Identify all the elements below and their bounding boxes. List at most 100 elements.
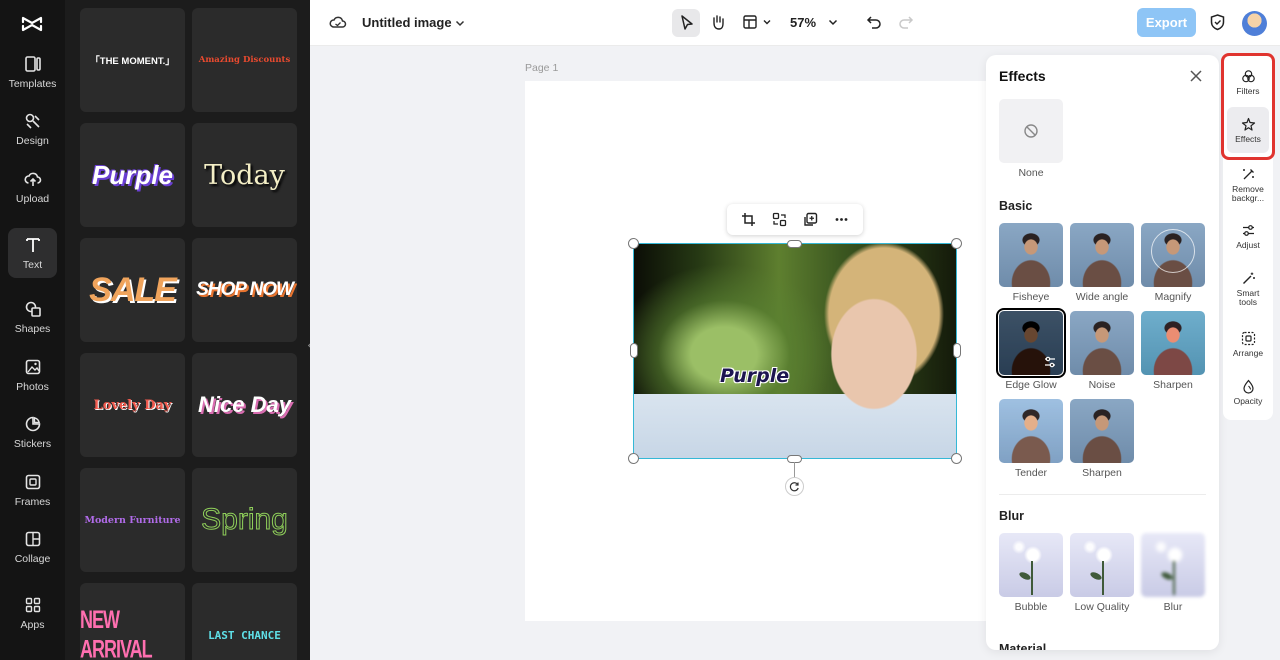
text-template-tile[interactable]: Today — [192, 123, 297, 227]
right-tool-rail: Filters Effects Remove backgr... Adjust … — [1223, 55, 1273, 420]
resize-handle-top-right[interactable] — [951, 238, 962, 249]
resize-handle-top[interactable] — [787, 240, 802, 248]
nav-stickers[interactable]: Stickers — [8, 407, 57, 457]
effect-low-quality[interactable]: Low Quality — [1070, 533, 1134, 613]
rail-label: Opacity — [1233, 395, 1263, 406]
text-template-tile[interactable]: SALE — [80, 238, 185, 342]
effect-sharpen[interactable]: Sharpen — [1141, 311, 1205, 391]
resize-handle-left[interactable] — [630, 343, 638, 358]
crop-icon[interactable] — [738, 209, 760, 231]
chevron-down-icon[interactable] — [454, 17, 466, 29]
nav-frames[interactable]: Frames — [8, 465, 57, 515]
redo-icon[interactable] — [898, 14, 914, 30]
nav-apps[interactable]: Apps — [8, 588, 57, 638]
close-icon[interactable] — [1188, 68, 1204, 84]
export-button[interactable]: Export — [1137, 8, 1196, 37]
layout-icon[interactable] — [742, 14, 758, 30]
left-navigation: Templates Design Upload Text Shapes Phot… — [0, 0, 65, 660]
section-title-material: Material — [999, 642, 1047, 650]
nav-upload[interactable]: Upload — [8, 162, 57, 212]
text-template-tile[interactable]: Modern Furniture — [80, 468, 185, 572]
template-text: Amazing Discounts — [198, 55, 291, 65]
template-text: Spring — [201, 503, 289, 537]
nav-shapes[interactable]: Shapes — [8, 292, 57, 342]
effect-label: None — [1018, 167, 1044, 179]
text-template-tile[interactable]: Spring — [192, 468, 297, 572]
text-template-tile[interactable]: NEW ARRIVAL — [80, 583, 185, 660]
effect-blur[interactable]: Blur — [1141, 533, 1205, 613]
effect-label: Wide angle — [1075, 291, 1129, 303]
text-template-tile[interactable]: Amazing Discounts — [192, 8, 297, 112]
nav-text[interactable]: Text — [8, 228, 57, 278]
nav-templates[interactable]: Templates — [8, 47, 57, 97]
text-template-tile[interactable]: 「THE MOMENT.」 — [80, 8, 185, 112]
text-templates-panel: 「THE MOMENT.」 Amazing Discounts Purple T… — [65, 0, 310, 660]
effect-sharpen-2[interactable]: Sharpen — [1070, 399, 1134, 479]
select-pointer-icon[interactable] — [679, 14, 695, 32]
adjust-sliders-icon[interactable] — [1043, 355, 1057, 369]
effect-tender[interactable]: Tender — [999, 399, 1063, 479]
photo-text-overlay[interactable]: Purple — [720, 365, 789, 387]
effect-thumb — [999, 399, 1063, 463]
hand-pan-icon[interactable] — [709, 13, 727, 31]
document-title[interactable]: Untitled image — [362, 15, 452, 30]
resize-handle-top-left[interactable] — [628, 238, 639, 249]
image-floating-toolbar — [727, 204, 863, 235]
effect-label: Tender — [1014, 467, 1048, 479]
section-title-blur: Blur — [999, 509, 1024, 523]
no-effect-icon — [1024, 124, 1038, 138]
resize-handle-bottom-right[interactable] — [951, 453, 962, 464]
effect-thumb — [1141, 311, 1205, 375]
nav-collage[interactable]: Collage — [8, 522, 57, 572]
rail-remove-background[interactable]: Remove backgr... — [1227, 159, 1269, 211]
rail-filters[interactable]: Filters — [1227, 59, 1269, 105]
effect-fisheye[interactable]: Fisheye — [999, 223, 1063, 303]
user-avatar[interactable] — [1242, 11, 1267, 36]
text-template-tile[interactable]: Lovely Day — [80, 353, 185, 457]
effect-wide-angle[interactable]: Wide angle — [1070, 223, 1134, 303]
adjust-sliders-icon — [1242, 224, 1254, 236]
chevron-down-icon[interactable] — [762, 17, 772, 27]
resize-handle-right[interactable] — [953, 343, 961, 358]
text-template-tile[interactable]: LAST CHANCE — [192, 583, 297, 660]
zoom-level[interactable]: 57% — [790, 15, 816, 30]
chevron-down-icon[interactable] — [827, 16, 839, 28]
rail-adjust[interactable]: Adjust — [1227, 213, 1269, 259]
section-title-basic: Basic — [999, 199, 1033, 213]
effect-none[interactable]: None — [999, 99, 1063, 179]
text-icon — [25, 237, 40, 252]
rail-smart-tools[interactable]: Smart tools — [1227, 263, 1269, 315]
effect-noise[interactable]: Noise — [1070, 311, 1134, 391]
magic-wand-icon — [1242, 272, 1255, 284]
filters-icon — [1241, 69, 1255, 82]
stickers-icon — [25, 416, 40, 431]
effect-bubble[interactable]: Bubble — [999, 533, 1063, 613]
effect-label: Bubble — [1014, 601, 1048, 613]
more-options-icon[interactable] — [831, 209, 853, 231]
replace-image-icon[interactable] — [769, 209, 791, 231]
rotate-handle[interactable] — [785, 477, 804, 496]
effects-panel: Effects None Basic Fisheye Wide angle Ma… — [986, 55, 1219, 650]
photos-icon — [25, 359, 40, 374]
nav-label: Design — [16, 134, 49, 147]
nav-design[interactable]: Design — [8, 104, 57, 154]
rail-opacity[interactable]: Opacity — [1227, 369, 1269, 415]
text-template-tile[interactable]: Nice Day — [192, 353, 297, 457]
undo-icon[interactable] — [866, 14, 882, 30]
duplicate-icon[interactable] — [800, 209, 822, 231]
effect-magnify[interactable]: Magnify — [1141, 223, 1205, 303]
effect-edge-glow[interactable]: Edge Glow — [996, 308, 1066, 391]
rail-effects[interactable]: Effects — [1227, 107, 1269, 153]
text-template-tile[interactable]: Purple — [80, 123, 185, 227]
selected-photo[interactable] — [633, 243, 957, 459]
template-text: Today — [204, 159, 285, 191]
nav-photos[interactable]: Photos — [8, 350, 57, 400]
shapes-icon — [25, 301, 41, 317]
cloud-save-icon[interactable] — [329, 13, 347, 31]
shield-check-icon[interactable] — [1209, 13, 1226, 31]
resize-handle-bottom-left[interactable] — [628, 453, 639, 464]
template-text: NEW ARRIVAL — [80, 605, 153, 660]
text-template-tile[interactable]: SHOP NOW — [192, 238, 297, 342]
templates-icon — [24, 55, 41, 72]
rail-arrange[interactable]: Arrange — [1227, 321, 1269, 367]
